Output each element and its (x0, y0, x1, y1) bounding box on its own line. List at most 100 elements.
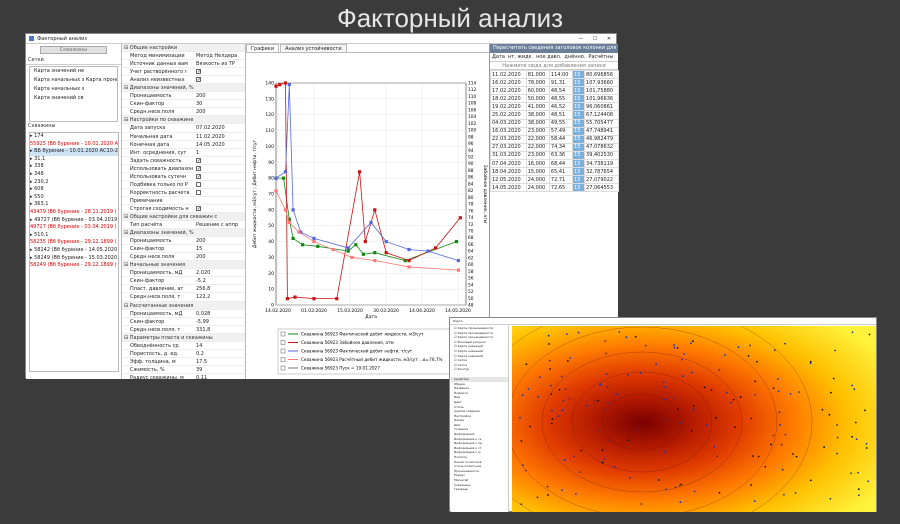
well-item[interactable]: 58249 (Вб бурение - 29.12.1899 ) (30, 262, 118, 270)
well-marker[interactable] (864, 409, 866, 412)
well-marker[interactable] (522, 464, 524, 466)
well-marker[interactable] (809, 479, 812, 482)
map-item[interactable]: Карта значений св (30, 94, 117, 103)
well-marker[interactable] (750, 417, 753, 420)
well-marker[interactable] (549, 368, 551, 370)
well-marker[interactable] (663, 386, 666, 388)
property-row[interactable]: Конечная дата 14.05.2020 (122, 141, 245, 149)
property-value[interactable]: -5,99 (194, 318, 245, 325)
property-value[interactable]: 15 (194, 245, 245, 252)
property-row[interactable]: Проницаемость 200 (122, 237, 245, 246)
well-marker[interactable] (747, 355, 750, 357)
well-marker[interactable] (585, 404, 588, 407)
well-marker[interactable] (772, 434, 775, 437)
table-row[interactable]: 22.03.2020 22,000 58,44 15 46,982479 (490, 134, 619, 144)
well-marker[interactable] (568, 397, 571, 400)
well-marker[interactable] (829, 497, 832, 500)
well-marker[interactable] (836, 452, 838, 455)
property-value[interactable] (194, 157, 245, 164)
well-marker[interactable] (627, 439, 630, 442)
well-marker[interactable] (739, 396, 742, 399)
well-marker[interactable] (644, 344, 647, 347)
property-row[interactable]: Радиус скважины, м 0,11 (122, 374, 245, 379)
well-item[interactable]: ▸ 58242 (Вб бурение - 14.05.2020 АС1 (30, 247, 118, 255)
property-value[interactable]: 256,8 (194, 285, 245, 292)
well-marker[interactable] (809, 362, 812, 365)
legend-checkbox[interactable] (280, 357, 286, 362)
property-value[interactable] (194, 173, 245, 180)
well-marker[interactable] (764, 465, 767, 468)
well-marker[interactable] (853, 388, 856, 391)
well-marker[interactable] (563, 459, 566, 462)
well-marker[interactable] (681, 358, 683, 361)
table-row[interactable]: 25.02.2020 38,000 48,51 15 67,124408 (490, 110, 619, 120)
property-value[interactable] (194, 205, 245, 212)
layer-item[interactable]: ☑ Контур (451, 367, 508, 372)
well-marker[interactable] (601, 449, 604, 452)
well-marker[interactable] (550, 393, 553, 395)
well-item[interactable]: 49727 (Вб бурение - 03.04.2019 ) (30, 224, 118, 232)
well-marker[interactable] (754, 394, 757, 396)
checkbox[interactable] (196, 157, 201, 163)
well-item[interactable]: ▸ 58249 (Вб бурение - 15.03.2020 АС1 (30, 255, 118, 263)
property-row[interactable]: Учет растворённого г (122, 68, 245, 77)
well-marker[interactable] (520, 440, 523, 442)
well-marker[interactable] (525, 363, 528, 366)
well-marker[interactable] (678, 484, 681, 487)
checkbox[interactable] (196, 69, 201, 75)
well-marker[interactable] (680, 483, 683, 486)
property-value[interactable]: Вязкость из ТР (194, 60, 245, 67)
well-marker[interactable] (773, 349, 776, 352)
well-marker[interactable] (557, 415, 560, 417)
well-marker[interactable] (664, 418, 667, 421)
property-value[interactable]: 0,11 (194, 374, 245, 379)
well-marker[interactable] (577, 331, 580, 334)
well-marker[interactable] (703, 386, 706, 389)
well-marker[interactable] (693, 409, 695, 411)
property-value[interactable]: 122,2 (194, 293, 245, 300)
property-row[interactable]: Средн.несв.поля 200 (122, 108, 245, 117)
well-item[interactable]: ▸ 510,1 (30, 232, 118, 240)
well-marker[interactable] (606, 385, 609, 388)
well-item[interactable]: 55925 (Вб бурение - 10.01.2020 АС1 (30, 141, 118, 149)
col-calc[interactable]: Расчётны (588, 53, 613, 61)
property-row[interactable]: Проницаемость, мД 2,020 (122, 269, 245, 278)
well-marker[interactable] (836, 436, 839, 439)
property-row[interactable]: Скин-фактор -5,2 (122, 277, 245, 286)
property-row[interactable]: Начальная дата 11.02.2020 (122, 133, 245, 141)
property-value[interactable]: 200 (194, 108, 245, 115)
well-marker[interactable] (547, 494, 549, 496)
well-marker[interactable] (795, 455, 798, 458)
well-marker[interactable] (784, 342, 786, 345)
minimize-button[interactable]: — (574, 36, 588, 42)
property-row[interactable]: Проницаемость 200 (122, 92, 245, 101)
table-row[interactable]: 16.03.2020 23,000 57,49 15 47,748941 (490, 126, 619, 136)
property-row[interactable]: Средн.несв.поля, т 331,8 (122, 326, 245, 334)
well-marker[interactable] (830, 391, 832, 394)
well-item[interactable]: ▸ 363,1 (30, 201, 118, 209)
well-marker[interactable] (725, 391, 728, 394)
well-marker[interactable] (724, 354, 726, 357)
well-marker[interactable] (550, 422, 553, 425)
well-marker[interactable] (566, 360, 569, 362)
table-row[interactable]: 31.03.2020 23,000 63,36 15 39,402530 (490, 150, 619, 161)
checkbox[interactable] (196, 165, 201, 171)
well-marker[interactable] (691, 371, 694, 374)
table-row[interactable]: 18.04.2020 15,000 65,41 15 32,787654 (490, 167, 619, 177)
well-marker[interactable] (683, 353, 686, 355)
well-marker[interactable] (574, 493, 577, 495)
property-row[interactable]: Обводнённость ср. 14 (122, 342, 245, 350)
well-marker[interactable] (834, 349, 836, 352)
property-value[interactable] (194, 68, 245, 75)
well-marker[interactable] (561, 409, 564, 412)
well-marker[interactable] (655, 363, 657, 366)
table-row[interactable]: 17.02.2020 60,000 48,54 15 101,75880 (490, 86, 619, 96)
checkbox[interactable] (196, 205, 201, 211)
well-marker[interactable] (539, 376, 541, 379)
well-marker[interactable] (851, 384, 854, 387)
property-value[interactable] (194, 76, 245, 83)
well-marker[interactable] (850, 472, 852, 475)
well-marker[interactable] (809, 360, 812, 363)
well-marker[interactable] (520, 503, 523, 506)
well-marker[interactable] (772, 387, 775, 390)
